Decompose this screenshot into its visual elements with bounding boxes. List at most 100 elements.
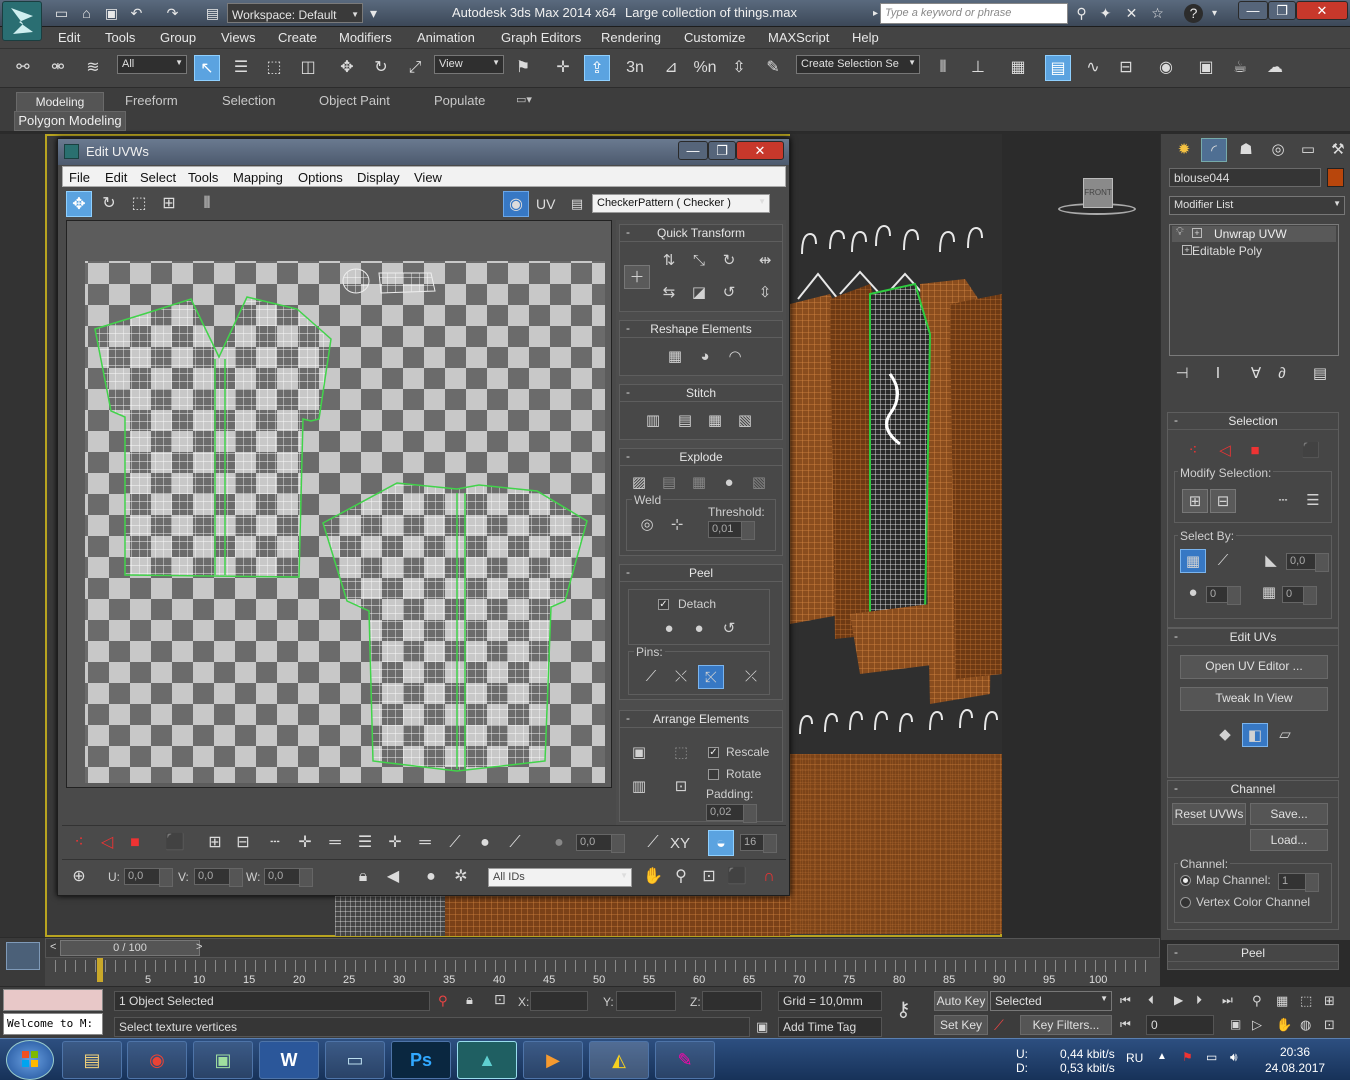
- stitch-average-icon[interactable]: ▤: [672, 409, 698, 433]
- select-by-edge-icon[interactable]: ⟋: [1210, 549, 1236, 573]
- go-to-end-icon[interactable]: ⏭: [1222, 993, 1233, 1008]
- modifier-stack[interactable]: 💡︎ + Unwrap UVW + Editable Poly: [1169, 224, 1339, 356]
- reset-uvws-button[interactable]: Reset UVWs: [1172, 803, 1246, 825]
- quick-planar-icon[interactable]: ◆: [1212, 723, 1238, 747]
- time-config-icon[interactable]: ▣: [1230, 1017, 1241, 1031]
- uvw-menu-edit[interactable]: Edit: [105, 170, 127, 185]
- vertex-color-radio[interactable]: [1180, 897, 1191, 908]
- ribbon-tab-modeling[interactable]: Modeling: [16, 92, 104, 112]
- uvw-menu-options[interactable]: Options: [298, 170, 343, 185]
- edit-uvws-window[interactable]: Edit UVWs — ❐ ✕ File Edit Select Tools M…: [57, 138, 790, 896]
- mirror-icon[interactable]: ⫴: [930, 55, 956, 81]
- falloff-type-icon[interactable]: ⟋: [640, 830, 666, 856]
- ring-grow-icon[interactable]: ✛: [292, 830, 318, 856]
- smoothing-id-spinner[interactable]: 0: [1206, 586, 1241, 605]
- menu-edit[interactable]: Edit: [58, 30, 80, 45]
- texture-dropdown[interactable]: CheckerPattern ( Checker ): [592, 194, 770, 213]
- app-logo-icon[interactable]: [2, 1, 42, 41]
- chrome-taskbar-icon[interactable]: ◉: [127, 1041, 187, 1079]
- selection-rollout-header[interactable]: Selection: [1168, 412, 1338, 430]
- current-frame-field[interactable]: 0: [1146, 1015, 1214, 1035]
- hierarchy-tab-icon[interactable]: ☗: [1233, 138, 1259, 162]
- display-tab-icon[interactable]: ▭: [1295, 138, 1321, 162]
- pivot-center-icon[interactable]: ⚑: [510, 55, 536, 81]
- uvw-maximize-button[interactable]: ❐: [708, 141, 736, 160]
- shrink-icon[interactable]: ⊟: [1210, 489, 1236, 513]
- time-slider-prev-icon[interactable]: <: [50, 941, 56, 953]
- edit-uvws-titlebar[interactable]: Edit UVWs — ❐ ✕: [58, 139, 789, 165]
- map-channel-spinner[interactable]: 1: [1278, 873, 1319, 892]
- utilities-tab-icon[interactable]: ⚒: [1325, 138, 1350, 162]
- object-color-swatch[interactable]: [1327, 168, 1344, 187]
- edit-uvs-rollout-header[interactable]: Edit UVs: [1168, 628, 1338, 646]
- workspace-dropdown[interactable]: Workspace: Default: [227, 3, 363, 24]
- photoshop-taskbar-icon[interactable]: Ps: [391, 1041, 451, 1079]
- load-uvs-button[interactable]: Load...: [1250, 829, 1328, 851]
- ring-select-icon[interactable]: ┄: [1270, 489, 1296, 513]
- rect-selection-icon[interactable]: ⬚: [261, 55, 287, 81]
- map-channel-radio[interactable]: [1180, 875, 1191, 886]
- 3dsmax-taskbar-icon[interactable]: ▲: [457, 1041, 517, 1079]
- language-indicator[interactable]: RU: [1126, 1051, 1143, 1065]
- weld-target-icon[interactable]: ◎: [634, 513, 660, 537]
- material-ids-dropdown[interactable]: All IDs: [488, 868, 632, 887]
- uvw-menu-tools[interactable]: Tools: [188, 170, 218, 185]
- loop-icon[interactable]: ☰: [352, 830, 378, 856]
- ribbon-tab-object-paint[interactable]: Object Paint: [319, 93, 390, 108]
- planar-gizmo-icon[interactable]: ◧: [1242, 723, 1268, 747]
- ribbon-tab-populate[interactable]: Populate: [434, 93, 485, 108]
- zoom-viewport-icon[interactable]: ⚲: [1252, 993, 1262, 1009]
- layer-manager-icon[interactable]: ▦: [1005, 55, 1031, 81]
- rotate-minus-90-icon[interactable]: ↺: [716, 281, 742, 305]
- uvw-menu-mapping[interactable]: Mapping: [233, 170, 283, 185]
- bulb-icon[interactable]: 💡︎: [1176, 226, 1184, 239]
- orbit-icon[interactable]: ◍: [1300, 1017, 1311, 1033]
- hide-icon[interactable]: ◀: [380, 864, 406, 890]
- uvw-menu-view[interactable]: View: [414, 170, 442, 185]
- filter-selected-icon[interactable]: ●: [418, 864, 444, 890]
- help-dropdown-icon[interactable]: ▾: [1205, 4, 1224, 23]
- break-icon[interactable]: ▨: [626, 471, 652, 495]
- keyboard-shortcut-override-icon[interactable]: ⇪: [584, 55, 610, 81]
- grow-icon[interactable]: ⊞: [1182, 489, 1208, 513]
- uv-mirror-icon[interactable]: ⫴: [194, 191, 220, 217]
- reset-peel-icon[interactable]: ↺: [716, 617, 742, 641]
- element-mode-icon[interactable]: ⬛: [162, 830, 188, 856]
- bind-space-warp-icon[interactable]: ≋: [80, 55, 106, 81]
- y-coord-field[interactable]: [616, 991, 676, 1011]
- ribbon-options-icon[interactable]: ▭▾: [516, 93, 532, 106]
- binoculars-icon[interactable]: ⚲: [1072, 4, 1091, 23]
- loop-shrink-icon[interactable]: ═: [412, 830, 438, 856]
- subscription-icon[interactable]: ✦: [1096, 4, 1115, 23]
- field-of-view-icon[interactable]: ▷: [1252, 1017, 1262, 1033]
- redo-icon[interactable]: ↷: [163, 4, 182, 23]
- open-uv-editor-button[interactable]: Open UV Editor ...: [1180, 655, 1328, 679]
- reshape-elements-header[interactable]: Reshape Elements: [620, 320, 782, 338]
- menu-help[interactable]: Help: [852, 30, 879, 45]
- stitch-header[interactable]: Stitch: [620, 384, 782, 402]
- space-horizontal-icon[interactable]: ⇹: [752, 249, 778, 273]
- explode-by-smoothing-icon[interactable]: ▤: [656, 471, 682, 495]
- ribbon-tab-freeform[interactable]: Freeform: [125, 93, 178, 108]
- pack-together-icon[interactable]: ▥: [626, 775, 652, 799]
- communication-icon[interactable]: ✕: [1122, 4, 1141, 23]
- pan-view-icon[interactable]: ✋: [1276, 1017, 1292, 1033]
- ribbon-tab-selection[interactable]: Selection: [222, 93, 275, 108]
- ring-icon[interactable]: ┄: [262, 830, 288, 856]
- peel-mode-icon[interactable]: ●: [686, 617, 712, 641]
- w-spinner[interactable]: 0,0: [264, 868, 313, 887]
- material-editor-icon[interactable]: ◉: [1153, 55, 1179, 81]
- stitch-to-target-icon[interactable]: ▥: [640, 409, 666, 433]
- menu-views[interactable]: Views: [221, 30, 255, 45]
- scale-icon[interactable]: ⤢: [402, 55, 428, 81]
- align-view-icon[interactable]: ▱: [1272, 723, 1298, 747]
- named-selection-dropdown[interactable]: Create Selection Se: [796, 55, 920, 74]
- minimize-button[interactable]: —: [1238, 1, 1268, 20]
- maximize-viewport-icon[interactable]: ⊡: [1324, 1017, 1335, 1033]
- current-frame-marker[interactable]: [97, 958, 103, 982]
- edge-subobject-icon[interactable]: ◁: [1212, 439, 1238, 463]
- viewcube[interactable]: FRONT: [1058, 175, 1136, 217]
- rendered-frame-icon[interactable]: ☕: [1227, 55, 1253, 81]
- pin-icon[interactable]: ⟋: [638, 665, 664, 689]
- channel-rollout-header[interactable]: Channel: [1168, 780, 1338, 798]
